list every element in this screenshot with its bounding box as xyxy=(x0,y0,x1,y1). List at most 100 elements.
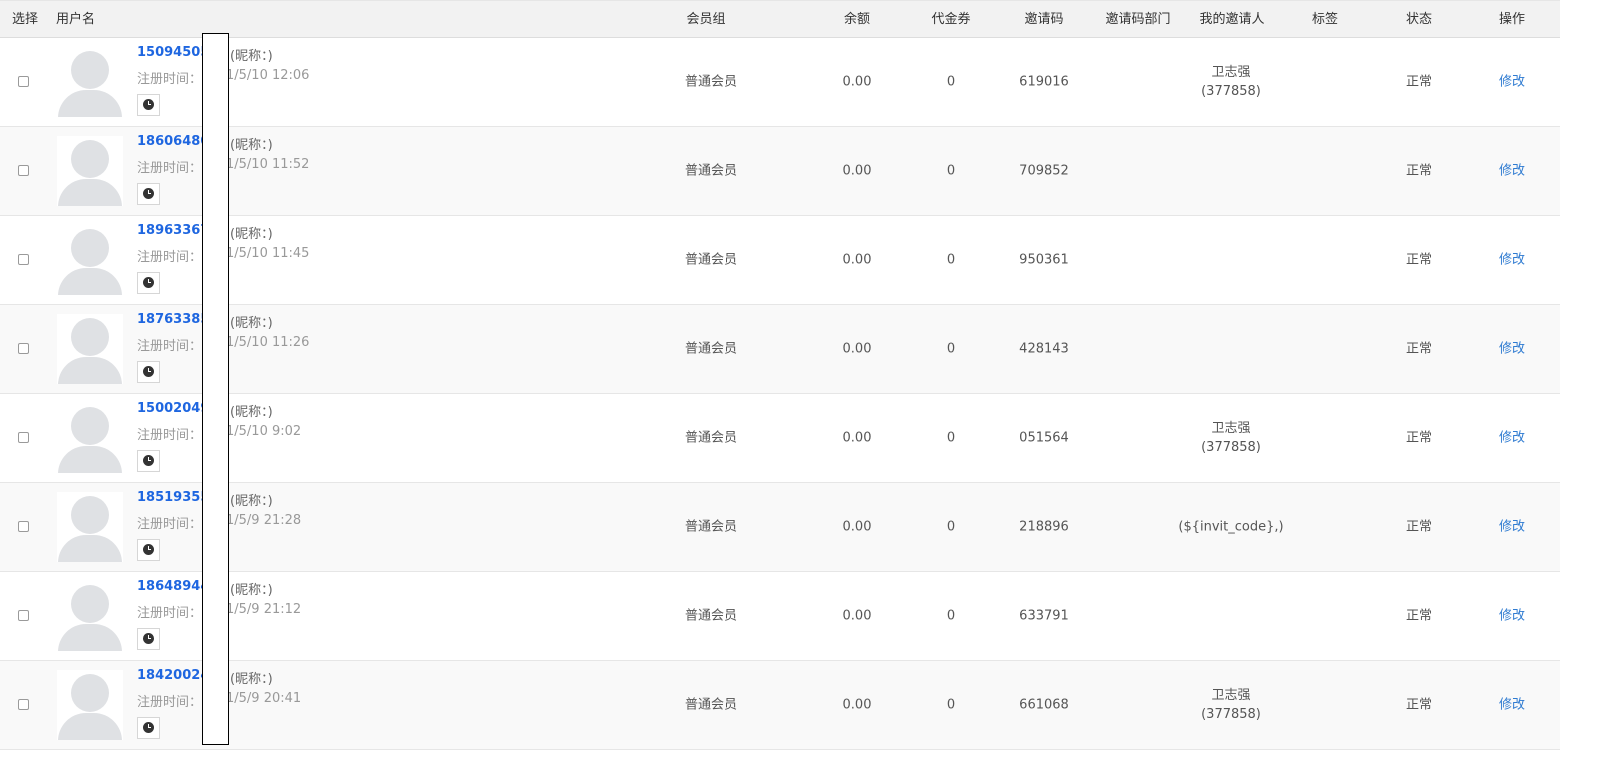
nickname-label: (昵称：) xyxy=(230,138,273,153)
redaction-box xyxy=(202,33,229,745)
inviter-name: 卫志强 xyxy=(1211,65,1251,80)
inviter-cell: 卫志强 (377858) xyxy=(1201,686,1261,724)
inviter-cell: (${invit_code},) xyxy=(1178,518,1283,537)
invite-code-value: 709852 xyxy=(1019,163,1069,179)
avatar xyxy=(57,314,123,384)
table-row: 18963367 (昵称：) 注册时间： 1/5/10 11:45 普通会员 0.00 0 9… xyxy=(0,216,1560,305)
invite-code-value: 051564 xyxy=(1019,430,1069,446)
member-group: 普通会员 xyxy=(684,697,738,713)
edit-link[interactable]: 修改 xyxy=(1499,251,1525,270)
clock-icon[interactable] xyxy=(137,183,160,205)
row-select-checkbox[interactable] xyxy=(18,610,29,621)
avatar xyxy=(57,670,123,740)
table-row: 15002049 (昵称：) 注册时间： 1/5/10 9:02 普通会员 0.00 0 05… xyxy=(0,394,1560,483)
header-invite-code: 邀请码 xyxy=(1024,12,1064,27)
avatar xyxy=(57,225,123,295)
invite-code-value: 428143 xyxy=(1019,341,1069,357)
balance-value: 0.00 xyxy=(842,74,872,90)
username-link[interactable]: 15002049 xyxy=(137,401,209,416)
balance-value: 0.00 xyxy=(842,163,872,179)
table-row: 18606480 (昵称：) 注册时间： 1/5/10 11:52 普通会员 0.00 0 7… xyxy=(0,127,1560,216)
voucher-value: 0 xyxy=(946,697,956,713)
edit-link[interactable]: 修改 xyxy=(1499,696,1525,715)
reg-time-value: 1/5/10 11:26 xyxy=(226,335,310,350)
balance-value: 0.00 xyxy=(842,341,872,357)
status-value: 正常 xyxy=(1405,74,1433,90)
row-select-checkbox[interactable] xyxy=(18,254,29,265)
clock-icon[interactable] xyxy=(137,94,160,116)
table-row: 18763385 (昵称：) 注册时间： 1/5/10 11:26 普通会员 0.00 0 4… xyxy=(0,305,1560,394)
voucher-value: 0 xyxy=(946,163,956,179)
username-link[interactable]: 18519355 xyxy=(137,490,209,505)
inviter-code: (377858) xyxy=(1201,707,1261,722)
reg-time-value: 1/5/9 20:41 xyxy=(226,691,302,706)
row-select-checkbox[interactable] xyxy=(18,521,29,532)
clock-icon[interactable] xyxy=(137,272,160,294)
header-tags: 标签 xyxy=(1311,12,1339,27)
username-link[interactable]: 18648944 xyxy=(137,579,209,594)
table-header: 选择 用户名 会员组 余额 代金券 邀请码 邀请码部门 我的邀请人 标签 状态 … xyxy=(0,0,1560,38)
status-value: 正常 xyxy=(1405,608,1433,624)
clock-icon[interactable] xyxy=(137,717,160,739)
row-select-checkbox[interactable] xyxy=(18,699,29,710)
header-balance: 余额 xyxy=(843,12,871,27)
status-value: 正常 xyxy=(1405,252,1433,268)
invite-code-value: 661068 xyxy=(1019,697,1069,713)
reg-time-label: 注册时间： xyxy=(137,606,203,621)
avatar xyxy=(57,403,123,473)
edit-link[interactable]: 修改 xyxy=(1499,518,1525,537)
table-row: 15094505 (昵称：) 注册时间： 1/5/10 12:06 普通会员 0.00 0 6… xyxy=(0,38,1560,127)
header-status: 状态 xyxy=(1405,12,1433,27)
clock-icon[interactable] xyxy=(137,539,160,561)
inviter-code: (377858) xyxy=(1201,440,1261,455)
avatar xyxy=(57,47,123,117)
username-link[interactable]: 18963367 xyxy=(137,223,209,238)
member-group: 普通会员 xyxy=(684,252,738,268)
member-group: 普通会员 xyxy=(684,74,738,90)
nickname-label: (昵称：) xyxy=(230,49,273,64)
clock-icon[interactable] xyxy=(137,361,160,383)
nickname-label: (昵称：) xyxy=(230,583,273,598)
inviter-name: (${invit_code},) xyxy=(1178,519,1284,535)
edit-link[interactable]: 修改 xyxy=(1499,340,1525,359)
username-link[interactable]: 18763385 xyxy=(137,312,209,327)
voucher-value: 0 xyxy=(946,74,956,90)
avatar xyxy=(57,581,123,651)
member-group: 普通会员 xyxy=(684,163,738,179)
edit-link[interactable]: 修改 xyxy=(1499,162,1525,181)
header-inviter: 我的邀请人 xyxy=(1199,12,1265,27)
row-select-checkbox[interactable] xyxy=(18,343,29,354)
reg-time-value: 1/5/9 21:28 xyxy=(226,513,302,528)
edit-link[interactable]: 修改 xyxy=(1499,429,1525,448)
status-value: 正常 xyxy=(1405,430,1433,446)
row-select-checkbox[interactable] xyxy=(18,76,29,87)
voucher-value: 0 xyxy=(946,430,956,446)
reg-time-label: 注册时间： xyxy=(137,428,203,443)
header-voucher: 代金券 xyxy=(931,12,971,27)
header-select: 选择 xyxy=(12,12,39,27)
balance-value: 0.00 xyxy=(842,697,872,713)
clock-icon[interactable] xyxy=(137,450,160,472)
reg-time-label: 注册时间： xyxy=(137,517,203,532)
table-row: 18648944 (昵称：) 注册时间： 1/5/9 21:12 普通会员 0.00 0 63… xyxy=(0,572,1560,661)
clock-icon[interactable] xyxy=(137,628,160,650)
inviter-code: (377858) xyxy=(1201,84,1261,99)
reg-time-value: 1/5/9 21:12 xyxy=(226,602,302,617)
header-actions: 操作 xyxy=(1498,12,1526,27)
nickname-label: (昵称：) xyxy=(230,672,273,687)
invite-code-value: 633791 xyxy=(1019,608,1069,624)
nickname-label: (昵称：) xyxy=(230,494,273,509)
username-link[interactable]: 18606480 xyxy=(137,134,209,149)
reg-time-value: 1/5/10 12:06 xyxy=(226,68,310,83)
nickname-label: (昵称：) xyxy=(230,316,273,331)
username-link[interactable]: 18420024 xyxy=(137,668,209,683)
row-select-checkbox[interactable] xyxy=(18,432,29,443)
member-group: 普通会员 xyxy=(684,519,738,535)
reg-time-label: 注册时间： xyxy=(137,250,203,265)
edit-link[interactable]: 修改 xyxy=(1499,73,1525,92)
row-select-checkbox[interactable] xyxy=(18,165,29,176)
header-group: 会员组 xyxy=(686,12,726,27)
edit-link[interactable]: 修改 xyxy=(1499,607,1525,626)
username-link[interactable]: 15094505 xyxy=(137,45,209,60)
reg-time-value: 1/5/10 11:52 xyxy=(226,157,310,172)
